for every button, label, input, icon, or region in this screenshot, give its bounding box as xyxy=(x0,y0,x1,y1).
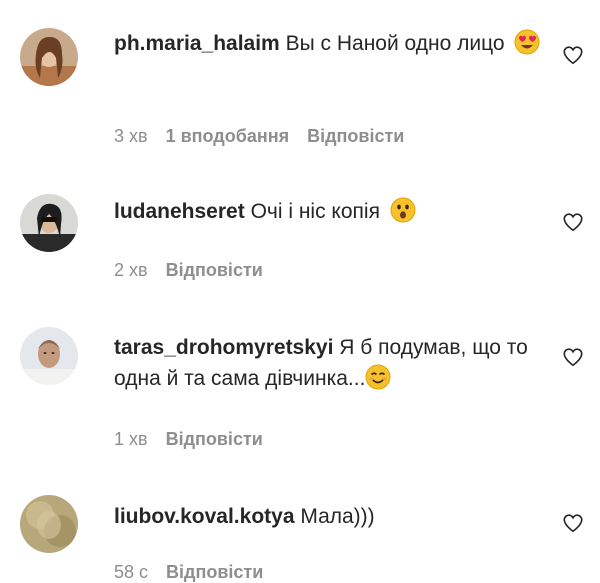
like-heart-icon[interactable] xyxy=(562,346,584,368)
comment-time[interactable]: 1 хв xyxy=(114,429,148,449)
comment-username[interactable]: taras_drohomyretskyi xyxy=(114,336,333,359)
comment-time[interactable]: 58 с xyxy=(114,562,148,582)
avatar[interactable] xyxy=(20,28,78,86)
comment-text: ludanehseret Очі і ніс копія xyxy=(114,196,544,232)
avatar[interactable] xyxy=(20,327,78,385)
comment-body: Мала))) xyxy=(300,505,375,528)
comment-time[interactable]: 3 хв xyxy=(114,126,148,146)
reply-button[interactable]: Відповісти xyxy=(166,429,263,449)
comment-meta: 58 с Відповісти xyxy=(114,562,281,583)
comment-body: Вы с Наной одно лицо xyxy=(285,32,505,55)
comment-meta: 1 хв Відповісти xyxy=(114,429,281,450)
like-heart-icon[interactable] xyxy=(562,211,584,233)
like-heart-icon[interactable] xyxy=(562,512,584,534)
comment-text: taras_drohomyretskyi Я б подумав, що то … xyxy=(114,332,544,399)
reply-button[interactable]: Відповісти xyxy=(166,260,263,280)
comment-text: liubov.koval.kotya Мала))) xyxy=(114,501,544,532)
smiling-emoji-icon xyxy=(365,364,391,399)
comment-text: ph.maria_halaim Вы с Наной одно лицо xyxy=(114,28,544,64)
comment-time[interactable]: 2 хв xyxy=(114,260,148,280)
comment-username[interactable]: liubov.koval.kotya xyxy=(114,505,295,528)
comment-meta: 3 хв 1 вподобання Відповісти xyxy=(114,126,422,147)
comment-username[interactable]: ludanehseret xyxy=(114,200,245,223)
like-heart-icon[interactable] xyxy=(562,44,584,66)
astonished-emoji-icon xyxy=(390,197,416,232)
reply-button[interactable]: Відповісти xyxy=(307,126,404,146)
reply-button[interactable]: Відповісти xyxy=(166,562,263,582)
avatar[interactable] xyxy=(20,495,78,553)
likes-count[interactable]: 1 вподобання xyxy=(166,126,290,146)
comment-body: Очі і ніс копія xyxy=(250,200,380,223)
avatar[interactable] xyxy=(20,194,78,252)
comment-meta: 2 хв Відповісти xyxy=(114,260,281,281)
heart-eyes-emoji-icon xyxy=(514,29,540,64)
comment-username[interactable]: ph.maria_halaim xyxy=(114,32,280,55)
